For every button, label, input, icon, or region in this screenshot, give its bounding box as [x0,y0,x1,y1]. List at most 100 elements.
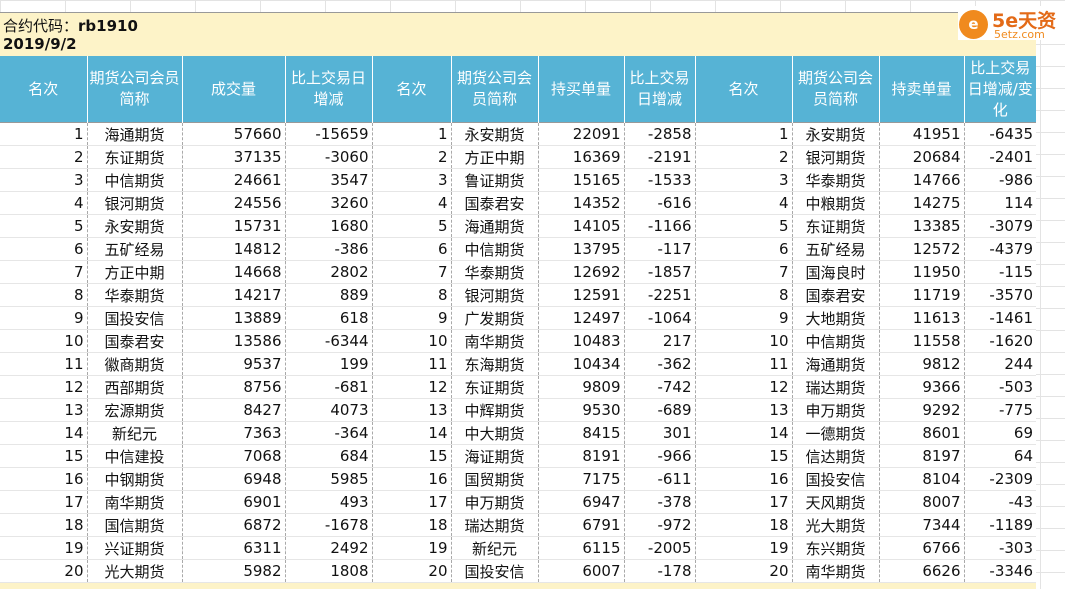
cell-short-change[interactable]: -1461 [964,306,1036,330]
cell-volume-change[interactable]: 1808 [285,559,373,583]
col-member-vol[interactable]: 期货公司会员简称 [87,56,183,123]
cell-rank[interactable]: 9 [695,306,793,330]
cell-volume-change[interactable]: -364 [285,421,373,445]
cell-rank[interactable]: 3 [372,168,452,192]
cell-volume[interactable]: 6901 [182,490,286,514]
cell-rank[interactable]: 7 [0,260,88,284]
cell-short-change[interactable]: -1620 [964,329,1036,353]
cell-member[interactable]: 五矿经易 [87,237,183,261]
cell-short-change[interactable]: -3346 [964,559,1036,583]
cell-long-change[interactable]: -178 [624,559,696,583]
cell-short-position[interactable]: 12572 [879,237,965,261]
cell-volume-change[interactable]: 5985 [285,467,373,491]
cell-member[interactable]: 大地期货 [792,306,880,330]
cell-volume-change[interactable]: 3547 [285,168,373,192]
cell-rank[interactable]: 14 [0,421,88,445]
cell-short-change[interactable]: 64 [964,444,1036,468]
cell-short-change[interactable]: -3570 [964,283,1036,307]
cell-short-change[interactable]: -986 [964,168,1036,192]
cell-long-position[interactable]: 9530 [538,398,625,422]
cell-rank[interactable]: 6 [695,237,793,261]
cell-rank[interactable]: 1 [0,122,88,146]
cell-long-position[interactable]: 8415 [538,421,625,445]
cell-short-position[interactable]: 11719 [879,283,965,307]
cell-volume-change[interactable]: -6344 [285,329,373,353]
cell-rank[interactable]: 5 [372,214,452,238]
cell-rank[interactable]: 12 [0,375,88,399]
cell-member[interactable]: 新纪元 [87,421,183,445]
cell-member[interactable]: 海通期货 [792,352,880,376]
cell-long-change[interactable]: -611 [624,467,696,491]
cell-short-position[interactable]: 6766 [879,536,965,560]
cell-member[interactable]: 南华期货 [451,329,539,353]
cell-member[interactable]: 银河期货 [792,145,880,169]
cell-short-change[interactable]: -775 [964,398,1036,422]
cell-rank[interactable]: 2 [695,145,793,169]
cell-member[interactable]: 天风期货 [792,490,880,514]
cell-volume[interactable]: 57660 [182,122,286,146]
cell-member[interactable]: 海证期货 [451,444,539,468]
cell-rank[interactable]: 12 [695,375,793,399]
cell-rank[interactable]: 9 [0,306,88,330]
col-rank-buy[interactable]: 名次 [372,56,452,123]
cell-short-position[interactable]: 41951 [879,122,965,146]
cell-rank[interactable]: 15 [695,444,793,468]
cell-short-change[interactable]: -43 [964,490,1036,514]
cell-volume-change[interactable]: 3260 [285,191,373,215]
cell-short-position[interactable]: 11558 [879,329,965,353]
cell-member[interactable]: 鲁证期货 [451,168,539,192]
cell-rank[interactable]: 15 [372,444,452,468]
cell-member[interactable]: 国泰君安 [87,329,183,353]
cell-volume-change[interactable]: 618 [285,306,373,330]
cell-volume[interactable]: 14812 [182,237,286,261]
cell-short-change[interactable]: 114 [964,191,1036,215]
cell-long-change[interactable]: -742 [624,375,696,399]
cell-long-position[interactable]: 14105 [538,214,625,238]
cell-member[interactable]: 国投安信 [87,306,183,330]
cell-rank[interactable]: 7 [695,260,793,284]
cell-member[interactable]: 银河期货 [87,191,183,215]
cell-volume[interactable]: 15731 [182,214,286,238]
cell-rank[interactable]: 4 [0,191,88,215]
cell-short-change[interactable]: -2309 [964,467,1036,491]
cell-short-position[interactable]: 6626 [879,559,965,583]
col-volume[interactable]: 成交量 [182,56,286,123]
cell-member[interactable]: 中信期货 [792,329,880,353]
cell-member[interactable]: 申万期货 [451,490,539,514]
cell-member[interactable]: 海通期货 [451,214,539,238]
cell-rank[interactable]: 1 [695,122,793,146]
cell-volume[interactable]: 14668 [182,260,286,284]
cell-short-position[interactable]: 9812 [879,352,965,376]
cell-rank[interactable]: 6 [372,237,452,261]
cell-rank[interactable]: 10 [372,329,452,353]
cell-short-position[interactable]: 8601 [879,421,965,445]
cell-long-change[interactable]: -2005 [624,536,696,560]
cell-member[interactable]: 国投安信 [792,467,880,491]
cell-rank[interactable]: 18 [372,513,452,537]
cell-volume-change[interactable]: 2802 [285,260,373,284]
cell-rank[interactable]: 19 [372,536,452,560]
cell-volume-change[interactable]: 1680 [285,214,373,238]
cell-long-position[interactable]: 8191 [538,444,625,468]
cell-volume[interactable]: 5982 [182,559,286,583]
cell-member[interactable]: 瑞达期货 [451,513,539,537]
cell-long-change[interactable]: 301 [624,421,696,445]
cell-rank[interactable]: 14 [372,421,452,445]
cell-long-change[interactable]: -689 [624,398,696,422]
cell-short-position[interactable]: 20684 [879,145,965,169]
cell-rank[interactable]: 19 [695,536,793,560]
cell-long-position[interactable]: 6115 [538,536,625,560]
cell-rank[interactable]: 16 [372,467,452,491]
cell-member[interactable]: 五矿经易 [792,237,880,261]
cell-long-change[interactable]: 217 [624,329,696,353]
cell-member[interactable]: 中辉期货 [451,398,539,422]
cell-member[interactable]: 新纪元 [451,536,539,560]
cell-long-position[interactable]: 16369 [538,145,625,169]
cell-long-change[interactable]: -972 [624,513,696,537]
col-volume-change[interactable]: 比上交易日增减 [285,56,373,123]
col-long-position[interactable]: 持买单量 [538,56,625,123]
cell-volume[interactable]: 6948 [182,467,286,491]
cell-short-change[interactable]: -6435 [964,122,1036,146]
cell-short-position[interactable]: 7344 [879,513,965,537]
col-rank-sell[interactable]: 名次 [695,56,793,123]
